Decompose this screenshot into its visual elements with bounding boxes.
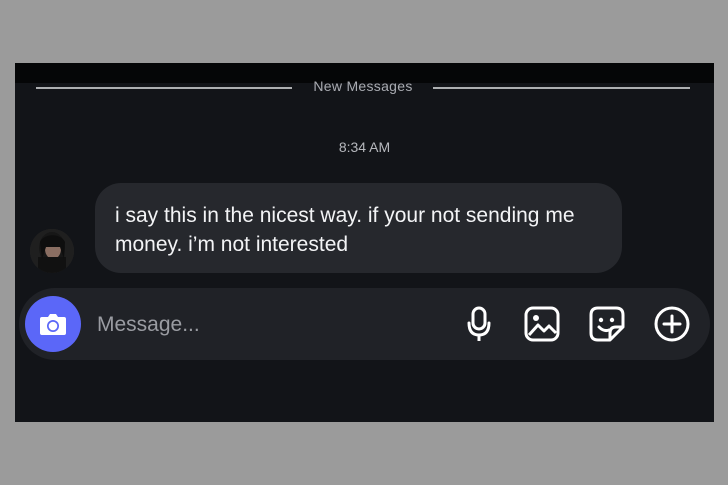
sticker-button[interactable] [588, 305, 626, 343]
microphone-button[interactable] [460, 305, 498, 343]
new-messages-divider: New Messages [36, 78, 690, 94]
incoming-message-bubble[interactable]: i say this in the nicest way. if your no… [95, 183, 622, 273]
plus-icon [654, 306, 690, 342]
divider-line-right [433, 87, 690, 89]
message-input[interactable] [95, 302, 419, 348]
sender-avatar[interactable] [30, 229, 74, 273]
microphone-icon [467, 306, 491, 341]
chat-screen: New Messages 8:34 AM i say this in the n… [15, 63, 714, 422]
avatar-image [30, 229, 74, 273]
add-button[interactable] [653, 305, 691, 343]
camera-button[interactable] [25, 296, 81, 352]
camera-icon [40, 314, 66, 335]
message-composer [19, 288, 710, 360]
gallery-icon [524, 306, 560, 342]
sticker-icon [589, 306, 625, 342]
message-text: i say this in the nicest way. if your no… [115, 204, 575, 256]
gallery-button[interactable] [523, 305, 561, 343]
divider-label: New Messages [313, 78, 413, 94]
message-timestamp: 8:34 AM [338, 139, 391, 155]
